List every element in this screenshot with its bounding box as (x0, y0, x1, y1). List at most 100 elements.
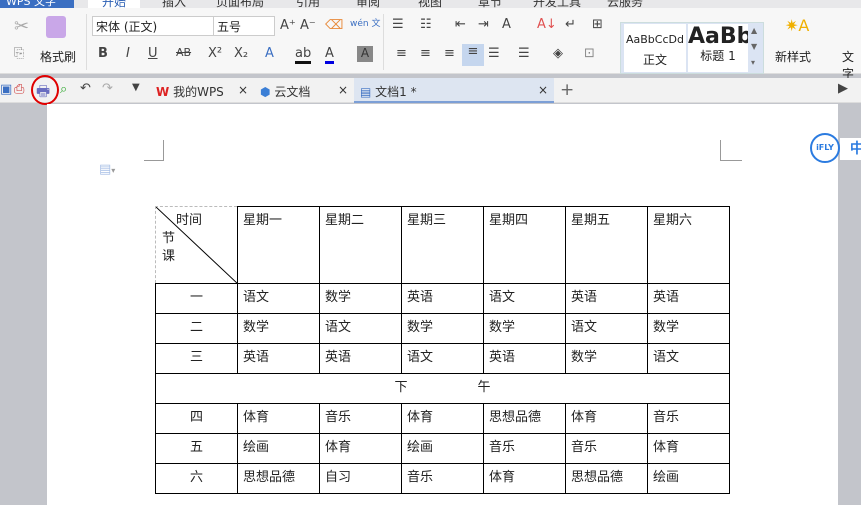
char-shading-icon[interactable]: A (357, 46, 373, 62)
class-cell[interactable]: 数学 (565, 343, 648, 374)
tab-page-layout[interactable]: 页面布局 (216, 0, 264, 9)
afternoon-divider-row[interactable]: 下午 (155, 373, 730, 404)
class-cell[interactable]: 绘画 (401, 433, 484, 464)
underline-icon[interactable]: U (148, 46, 158, 61)
class-cell[interactable]: 数学 (483, 313, 566, 344)
class-cell[interactable]: 体育 (647, 433, 730, 464)
export-pdf-icon[interactable]: ⎙ (14, 82, 24, 97)
distribute-icon[interactable]: ☰ (488, 46, 500, 61)
sort-icon[interactable]: A↓ (537, 17, 557, 32)
print-icon[interactable]: 🖶 (36, 81, 50, 106)
clear-format-icon[interactable]: ⌫ (325, 18, 343, 33)
shading-icon[interactable]: ◈ (553, 46, 563, 61)
day-header[interactable]: 星期三 (401, 206, 484, 284)
borders-icon[interactable]: ⊡ (584, 46, 595, 61)
day-header[interactable]: 星期四 (483, 206, 566, 284)
tab-my-wps[interactable]: W 我的WPS × (150, 78, 254, 103)
tab-review[interactable]: 审阅 (356, 0, 380, 9)
tab-document-1[interactable]: ▤ 文档1 * × (354, 78, 554, 103)
align-center-icon[interactable]: ≡ (420, 46, 431, 61)
class-cell[interactable]: 英语 (565, 283, 648, 314)
class-cell[interactable]: 思想品德 (483, 403, 566, 434)
phonetic-guide-button[interactable]: wén 文 (350, 16, 380, 29)
align-right-icon[interactable]: ≡ (444, 46, 455, 61)
presentation-icon[interactable]: ▶ (838, 81, 848, 96)
class-cell[interactable]: 英语 (647, 283, 730, 314)
font-name-select[interactable]: 宋体 (正文) (92, 16, 214, 36)
new-style-button[interactable]: 新样式 (775, 48, 811, 65)
close-icon[interactable]: × (538, 83, 548, 97)
class-cell[interactable]: 音乐 (565, 433, 648, 464)
class-cell[interactable]: 绘画 (237, 433, 320, 464)
paragraph-mark-icon[interactable]: ↵ (565, 17, 576, 32)
class-cell[interactable]: 语文 (483, 283, 566, 314)
class-cell[interactable]: 自习 (319, 463, 402, 494)
class-cell[interactable]: 数学 (401, 313, 484, 344)
table-icon[interactable]: ⊞ (592, 17, 603, 32)
close-icon[interactable]: × (238, 83, 248, 97)
class-cell[interactable]: 绘画 (647, 463, 730, 494)
copy-icon[interactable]: ⎘ (14, 46, 24, 61)
class-cell[interactable]: 数学 (319, 283, 402, 314)
subscript-icon[interactable]: X₂ (234, 46, 248, 61)
highlight-icon[interactable]: ab (295, 46, 312, 64)
tab-start[interactable]: 开始 (88, 0, 141, 9)
save-icon[interactable]: ▣ (0, 82, 12, 97)
tab-cloud[interactable]: 云服务 (607, 0, 643, 9)
style-normal[interactable]: AaBbCcDd 正文 (624, 24, 686, 72)
decrease-indent-icon[interactable]: ⇤ (455, 17, 466, 32)
day-header[interactable]: 星期五 (565, 206, 648, 284)
class-cell[interactable]: 英语 (401, 283, 484, 314)
period-cell[interactable]: 二 (155, 313, 238, 344)
class-cell[interactable]: 体育 (565, 403, 648, 434)
format-painter-icon[interactable] (46, 16, 66, 38)
class-cell[interactable]: 语文 (237, 283, 320, 314)
class-cell[interactable]: 英语 (319, 343, 402, 374)
ifly-logo[interactable]: iFLY (810, 133, 840, 163)
align-left-icon[interactable]: ≡ (396, 46, 407, 61)
text-effect-icon[interactable]: A (265, 46, 274, 61)
undo-icon[interactable]: ↶ (80, 81, 91, 96)
class-cell[interactable]: 语文 (319, 313, 402, 344)
class-cell[interactable]: 音乐 (483, 433, 566, 464)
grow-font-icon[interactable]: A⁺ (280, 18, 296, 33)
quick-access-dropdown[interactable]: ▼ (132, 82, 140, 93)
class-cell[interactable]: 体育 (401, 403, 484, 434)
shrink-font-icon[interactable]: A⁻ (300, 18, 316, 33)
period-cell[interactable]: 六 (155, 463, 238, 494)
tab-cloud-docs[interactable]: ⬢ 云文档 × (254, 78, 354, 103)
class-cell[interactable]: 音乐 (319, 403, 402, 434)
period-cell[interactable]: 五 (155, 433, 238, 464)
font-color-icon[interactable]: A (325, 46, 334, 64)
print-preview-icon[interactable]: ⌕ (60, 82, 67, 97)
class-cell[interactable]: 体育 (483, 463, 566, 494)
justify-icon[interactable]: ≡ (462, 44, 484, 66)
redo-icon[interactable]: ↷ (102, 81, 113, 96)
tab-view[interactable]: 视图 (418, 0, 442, 9)
tab-references[interactable]: 引用 (296, 0, 320, 9)
app-menu-button[interactable]: WPS 文字 (0, 0, 74, 8)
class-cell[interactable]: 体育 (319, 433, 402, 464)
style-heading-1[interactable]: AaBb 标题 1 (688, 24, 748, 72)
tab-insert[interactable]: 插入 (162, 0, 186, 9)
bold-icon[interactable]: B (98, 46, 108, 61)
class-cell[interactable]: 音乐 (647, 403, 730, 434)
paragraph-layout-icon[interactable]: ▤▾ (99, 162, 115, 177)
bullets-icon[interactable]: ☰ (392, 17, 404, 32)
period-cell[interactable]: 一 (155, 283, 238, 314)
class-cell[interactable]: 语文 (647, 343, 730, 374)
class-cell[interactable]: 语文 (401, 343, 484, 374)
styles-scroll[interactable]: ▲ ▼ ▾ (751, 23, 757, 71)
char-scale-icon[interactable]: A (502, 17, 511, 32)
text-tools-button[interactable]: 文字 (842, 48, 861, 82)
day-header[interactable]: 星期一 (237, 206, 320, 284)
line-spacing-icon[interactable]: ☰ (518, 46, 530, 61)
day-header[interactable]: 星期六 (647, 206, 730, 284)
ifly-input-mode[interactable]: 中 (840, 138, 861, 160)
tab-developer[interactable]: 开发工具 (533, 0, 581, 9)
period-cell[interactable]: 三 (155, 343, 238, 374)
italic-icon[interactable]: I (126, 46, 130, 61)
class-cell[interactable]: 思想品德 (565, 463, 648, 494)
format-painter-button[interactable]: 格式刷 (40, 48, 76, 65)
increase-indent-icon[interactable]: ⇥ (478, 17, 489, 32)
